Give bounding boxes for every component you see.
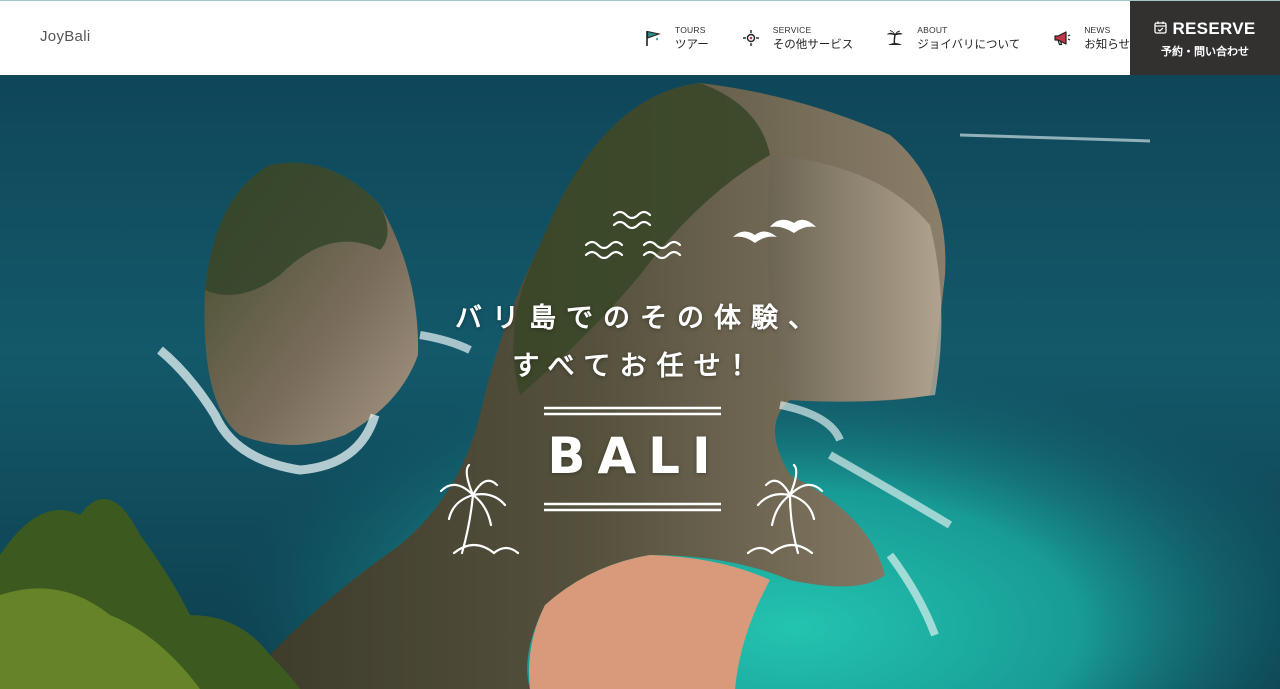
reserve-label-jp: 予約・問い合わせ (1161, 44, 1249, 58)
nav-item-about[interactable]: ABOUT ジョイバリについて (885, 25, 1020, 52)
nav-item-tours[interactable]: TOURS ツアー (643, 25, 709, 52)
compass-icon (741, 28, 761, 48)
nav-news-jp: お知らせ (1084, 37, 1130, 52)
calendar-icon (1154, 19, 1168, 38)
palm-island-icon (885, 28, 905, 48)
nav-about-jp: ジョイバリについて (917, 37, 1021, 52)
main-nav: TOURS ツアー SERVICE その他サービス ABOUT ジョイバリについ… (643, 1, 1130, 76)
megaphone-icon (1052, 28, 1072, 48)
hero-brand-title: BALI (547, 427, 723, 485)
hero-catchphrase: バリ島でのその体験、 すべてお任せ！ (440, 295, 840, 391)
nav-news-en: NEWS (1084, 25, 1111, 35)
site-header: JoyBali TOURS ツアー SERVICE その他サービス ABOUT … (0, 0, 1280, 76)
nav-service-jp: その他サービス (772, 37, 854, 52)
nav-item-news[interactable]: NEWS お知らせ (1052, 25, 1130, 52)
catch-line-2: すべてお任せ！ (512, 351, 768, 382)
catch-line-1: バリ島でのその体験、 (455, 303, 825, 334)
reserve-label-en: RESERVE (1172, 18, 1256, 38)
palm-tree-icon (439, 463, 520, 555)
waves-icon (584, 210, 682, 260)
nav-tours-en: TOURS (674, 25, 706, 35)
nav-service-en: SERVICE (772, 25, 812, 35)
hero-section: バリ島でのその体験、 すべてお任せ！ BALI (0, 75, 1280, 689)
palm-tree-icon (746, 463, 824, 555)
nav-tours-jp: ツアー (674, 37, 709, 52)
flag-icon (643, 28, 663, 48)
nav-about-en: ABOUT (917, 25, 948, 35)
birds-icon (733, 219, 816, 243)
nav-item-service[interactable]: SERVICE その他サービス (741, 25, 854, 52)
reserve-button[interactable]: RESERVE 予約・問い合わせ (1130, 1, 1280, 76)
site-logo[interactable]: JoyBali (40, 28, 90, 45)
